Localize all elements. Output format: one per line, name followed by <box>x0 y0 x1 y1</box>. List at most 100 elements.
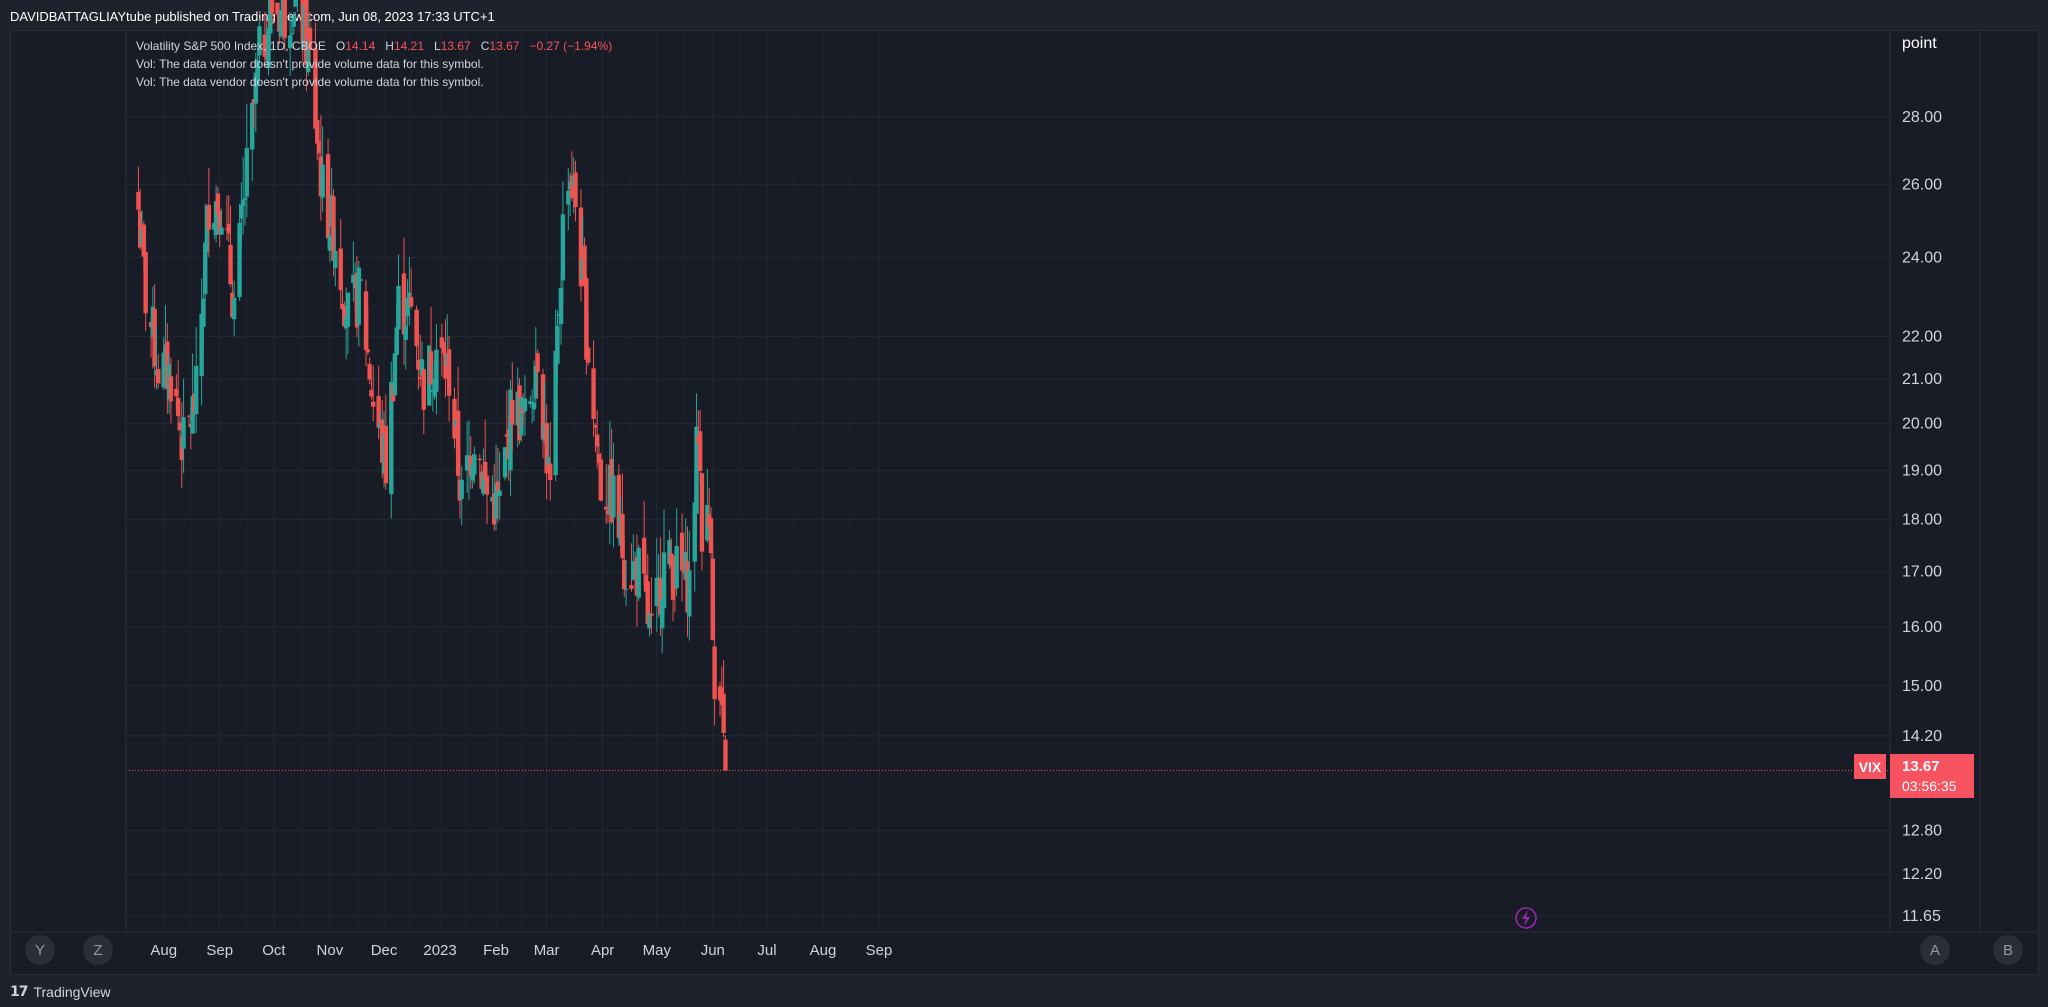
candle-body <box>231 297 237 320</box>
time-tick-label: Jun <box>701 942 725 959</box>
candle-body <box>472 454 477 475</box>
candle-body <box>333 250 338 268</box>
time-axis-labels: Aug Sep Oct Nov Dec 2023 Feb Mar Apr May Jun Jul Aug… <box>150 942 892 959</box>
y-axis-button[interactable]: Y <box>25 935 55 965</box>
candle-body <box>697 431 703 472</box>
price-tick-label: 12.20 <box>1902 866 1942 883</box>
candle-body <box>699 473 705 552</box>
candle-body <box>371 401 376 407</box>
last-price-value: 13.67 <box>1902 758 1940 775</box>
time-tick-label: Sep <box>206 942 233 959</box>
open-value: 14.14 <box>345 39 376 53</box>
price-tick-label: 19.00 <box>1902 462 1942 479</box>
time-tick-label: Mar <box>534 942 560 959</box>
price-tick-label: 26.00 <box>1902 176 1942 193</box>
candle-body <box>345 292 351 327</box>
candle-body <box>555 325 560 364</box>
candle-body <box>181 417 186 449</box>
high-value: 14.21 <box>393 39 424 53</box>
tradingview-logo-icon: 𝟭𝟳 <box>10 983 29 999</box>
candle-body <box>201 298 206 327</box>
price-tick-label: 28.00 <box>1902 109 1942 126</box>
price-tick-label: 14.20 <box>1902 728 1942 745</box>
candle-body <box>629 585 634 589</box>
price-tick-label: 24.00 <box>1902 249 1942 266</box>
candle-body <box>585 347 591 363</box>
candle-body <box>194 365 199 414</box>
time-tick-label: Sep <box>866 942 893 959</box>
bar-countdown: 03:56:35 <box>1902 778 1957 794</box>
b-axis-button[interactable]: B <box>1993 935 2023 965</box>
candle-body <box>636 547 641 598</box>
candle-body <box>383 425 389 484</box>
price-tick-label: 22.00 <box>1902 329 1942 346</box>
high-label: H <box>385 39 394 53</box>
candle-body <box>320 164 325 198</box>
price-unit-label[interactable]: point <box>1902 35 1937 53</box>
candle-body <box>661 552 667 609</box>
candle-body <box>282 0 287 38</box>
candle-body <box>497 490 502 496</box>
time-tick-label: Nov <box>317 942 344 959</box>
price-tick-label: 20.00 <box>1902 416 1942 433</box>
bottom-bar: 𝟭𝟳 TradingView <box>0 975 2048 1007</box>
time-tick-label: Aug <box>150 942 177 959</box>
candle-body <box>358 279 363 281</box>
time-tick-label: May <box>643 942 672 959</box>
volume-notice-1: Vol: The data vendor doesn't provide vol… <box>136 57 484 71</box>
symbol-legend: Volatility S&P 500 Index, 1D, CBOE O14.1… <box>136 37 612 91</box>
tradingview-brand[interactable]: 𝟭𝟳 TradingView <box>10 983 111 1000</box>
candle-body <box>206 204 212 230</box>
candle-body <box>723 739 728 771</box>
change-value: −0.27 (−1.94%) <box>529 39 613 53</box>
candle-body <box>687 570 692 617</box>
time-tick-label: Oct <box>262 942 286 959</box>
open-label: O <box>335 39 346 53</box>
candle-body <box>459 479 464 499</box>
volume-notice-2: Vol: The data vendor doesn't provide vol… <box>136 75 484 89</box>
candle-body <box>396 286 401 330</box>
price-tick-label: 17.00 <box>1902 564 1942 581</box>
candle-body <box>522 398 528 412</box>
time-tick-label: Aug <box>810 942 837 959</box>
z-axis-button[interactable]: Z <box>83 935 113 965</box>
candles <box>136 0 728 771</box>
candle-body <box>228 245 233 285</box>
candle-body <box>591 368 596 420</box>
time-tick-label: 2023 <box>423 942 456 959</box>
candle-body <box>392 353 398 396</box>
low-value: 13.67 <box>440 39 471 53</box>
candle-body <box>168 376 174 402</box>
time-tick-label: Feb <box>483 942 509 959</box>
candle-body <box>721 693 726 733</box>
candle-body <box>649 613 654 616</box>
price-tick-label: 16.00 <box>1902 619 1942 636</box>
last-price-tag: 13.67 03:56:35 <box>1890 754 1974 798</box>
auto-scale-button[interactable]: A <box>1920 935 1950 965</box>
price-tick-label: 12.80 <box>1902 822 1942 839</box>
flash-icon[interactable] <box>1515 907 1537 929</box>
candle-body <box>623 589 629 591</box>
candle-body <box>408 296 414 307</box>
candle-body <box>484 475 490 495</box>
candle-body <box>446 349 452 396</box>
legend-ohlc-line: Volatility S&P 500 Index, 1D, CBOE O14.1… <box>136 37 612 55</box>
candle-body <box>421 369 426 410</box>
candle-body <box>219 227 224 235</box>
price-tick-label: 11.65 <box>1902 908 1941 925</box>
candle-body <box>510 399 515 425</box>
candle-body <box>365 349 371 353</box>
low-label: L <box>434 39 441 53</box>
candle-body <box>535 353 540 373</box>
candle-body <box>560 214 566 281</box>
price-tick-label: 18.00 <box>1902 512 1942 529</box>
candle-body <box>611 475 616 518</box>
candlestick-chart[interactable]: 28.00 26.00 24.00 22.00 21.00 20.00 19.00 18.00… <box>0 0 2048 1007</box>
price-axis-labels: 28.00 26.00 24.00 22.00 21.00 20.00 19.00 18.00… <box>1902 109 1942 925</box>
candle-body <box>156 368 161 384</box>
candle-body <box>712 646 717 700</box>
close-value: 13.67 <box>489 39 520 53</box>
candle-body <box>244 147 249 197</box>
candle-body <box>708 518 714 554</box>
price-tick-label: 21.00 <box>1902 371 1942 388</box>
